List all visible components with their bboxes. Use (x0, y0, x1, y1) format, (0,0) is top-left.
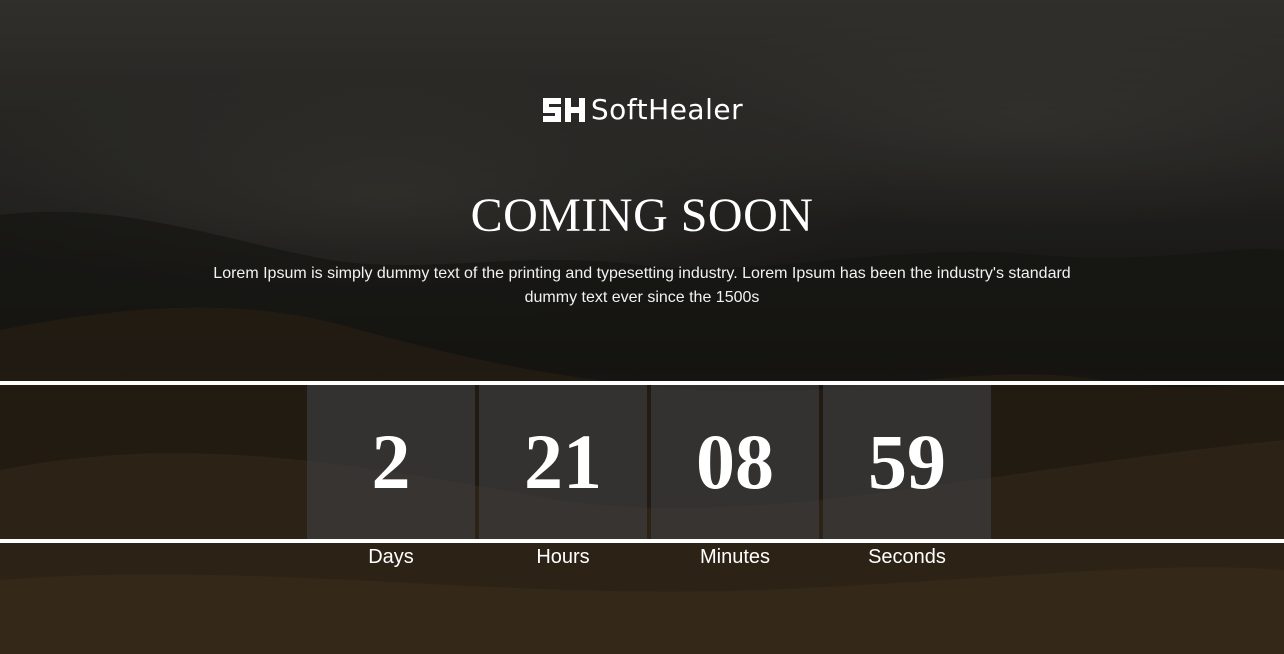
countdown-timer: 2 Days 21 Hours 08 Minutes 59 Seconds (307, 385, 991, 569)
hours-label: Hours (536, 546, 590, 568)
logo-text: SoftHealer (590, 93, 744, 126)
countdown-box: 08 (651, 385, 819, 539)
countdown-box: 2 (307, 385, 475, 539)
minutes-label: Minutes (699, 546, 771, 568)
days-label: Days (368, 546, 414, 568)
countdown-days: 2 Days (307, 385, 475, 569)
logo: SoftHealer (0, 94, 1284, 126)
description-block: Lorem Ipsum is simply dummy text of the … (0, 262, 1284, 310)
countdown-minutes: 08 Minutes (651, 385, 819, 569)
countdown-seconds: 59 Seconds (823, 385, 991, 569)
countdown-box: 21 (479, 385, 647, 539)
seconds-value: 59 (868, 418, 946, 505)
countdown-hours: 21 Hours (479, 385, 647, 569)
description-text: Lorem Ipsum is simply dummy text of the … (213, 265, 1071, 306)
softhealer-logo-icon (542, 98, 585, 122)
days-value: 2 (371, 418, 411, 505)
minutes-value: 08 (696, 418, 774, 505)
hours-value: 21 (524, 418, 602, 505)
countdown-box: 59 (823, 385, 991, 539)
page-title: COMING SOON (470, 189, 814, 242)
seconds-label: Seconds (868, 546, 946, 568)
